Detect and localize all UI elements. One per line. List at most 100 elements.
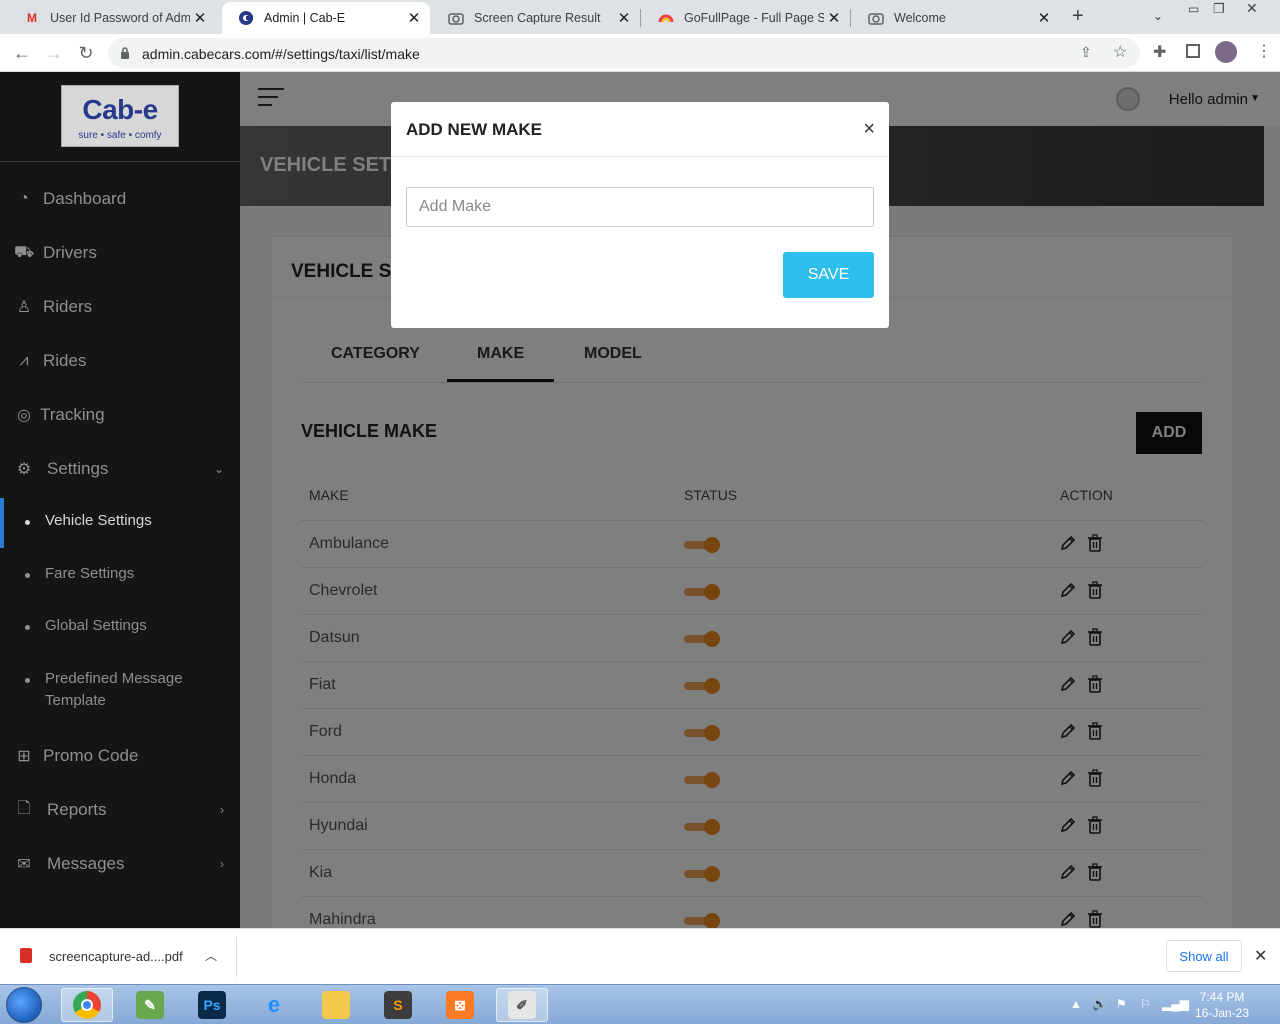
internet-explorer-icon: e [267, 992, 281, 1017]
gofullpage-icon [658, 10, 674, 26]
taskbar-explorer[interactable] [310, 988, 362, 1022]
taskbar-sublime[interactable]: S [372, 988, 424, 1022]
gear-icon: ⚙ [16, 461, 32, 478]
tab-separator [640, 9, 641, 27]
chevron-right-icon: › [220, 857, 224, 871]
flag-icon[interactable]: ⚑ [1116, 997, 1127, 1011]
taskbar-photoshop[interactable]: Ps [186, 988, 238, 1022]
back-icon[interactable]: ← [10, 41, 34, 65]
profile-avatar[interactable] [1215, 41, 1237, 63]
show-all-button[interactable]: Show all [1166, 940, 1242, 972]
camera-icon [448, 10, 464, 26]
bullet-icon [25, 520, 30, 525]
target-icon: ◎ [17, 407, 31, 424]
paint-icon: ✐ [508, 991, 536, 1019]
menu-icon[interactable]: ⋮ [1256, 41, 1272, 61]
tab-search-icon[interactable]: ⌄ [1153, 9, 1163, 23]
url-text: admin.cabecars.com/#/settings/taxi/list/… [142, 46, 420, 62]
browser-tab-gmail[interactable]: M User Id Password of Admin ✕ [8, 2, 216, 34]
lock-icon [120, 46, 130, 59]
folder-icon [322, 991, 350, 1019]
chrome-icon [73, 991, 101, 1019]
sidebar-item-tracking[interactable]: ◎ Tracking [0, 395, 240, 435]
show-hidden-icons-icon[interactable]: ▲ [1070, 997, 1082, 1011]
forward-icon[interactable]: → [42, 41, 66, 65]
sublime-text-icon: S [384, 991, 412, 1019]
sidebar-divider [0, 161, 240, 162]
sidebar-item-label: Settings [47, 459, 109, 478]
gift-icon: ⊞ [17, 748, 31, 765]
tab-title: Screen Capture Result [474, 11, 601, 25]
download-filename: screencapture-ad....pdf [49, 949, 183, 964]
close-icon[interactable]: ✕ [614, 9, 634, 27]
file-icon: 🗋 [17, 799, 31, 817]
make-name-input[interactable] [406, 187, 874, 227]
reload-icon[interactable]: ↻ [74, 41, 98, 65]
close-icon[interactable]: ✕ [404, 9, 424, 27]
tab-separator [850, 9, 851, 27]
add-make-modal: ADD NEW MAKE × SAVE [391, 102, 889, 328]
download-bar: screencapture-ad....pdf ︿ Show all ✕ [0, 928, 1280, 984]
action-center-icon[interactable]: ⚐ [1140, 997, 1151, 1011]
close-icon[interactable]: ✕ [190, 9, 210, 27]
minimize-icon[interactable]: ▭ [1188, 2, 1199, 16]
browser-tab-screen-capture[interactable]: Screen Capture Result ✕ [432, 2, 640, 34]
bookmark-star-icon[interactable]: ☆ [1113, 42, 1127, 62]
window-close-icon[interactable]: ✕ [1246, 0, 1258, 17]
taskbar-paint[interactable]: ✐ [496, 988, 548, 1022]
close-icon[interactable]: ✕ [824, 9, 844, 27]
car-icon: ⛟ [14, 244, 35, 261]
sidebar-subitem-label: Predefined Message Template [45, 670, 183, 709]
modal-divider [391, 156, 889, 157]
pdf-file-icon [20, 948, 32, 963]
sidebar-item-dashboard[interactable]: ◔ Dashboard [0, 179, 240, 219]
photoshop-icon: Ps [198, 991, 226, 1019]
start-button[interactable] [6, 987, 42, 1023]
sidebar-subitem-label: Vehicle Settings [45, 512, 152, 529]
windows-taskbar: ✎ Ps e S ⊠ ✐ ▲ 🔊 ⚑ ⚐ ▂▄▆ 7:44 PM 16-Jan-… [0, 984, 1280, 1024]
chevron-up-icon[interactable]: ︿ [205, 947, 217, 964]
address-bar[interactable]: admin.cabecars.com/#/settings/taxi/list/… [108, 38, 1140, 68]
restore-icon[interactable]: ❐ [1213, 1, 1225, 17]
browser-tab-strip: M User Id Password of Admin ✕ Admin | Ca… [0, 0, 1280, 34]
taskbar-ie[interactable]: e [248, 988, 300, 1022]
volume-icon[interactable]: 🔊 [1092, 997, 1107, 1011]
sidebar-item-riders[interactable]: ♙ Riders [0, 287, 240, 327]
sidebar-item-rides[interactable]: ⩘ Rides [0, 341, 240, 381]
side-panel-icon[interactable] [1186, 44, 1200, 58]
taskbar-xampp[interactable]: ⊠ [434, 988, 486, 1022]
new-tab-icon[interactable]: + [1072, 5, 1084, 28]
extensions-icon[interactable]: ✚ [1153, 42, 1166, 62]
road-icon: ⩘ [19, 352, 29, 369]
cabe-logo[interactable]: Cab-e sure • safe • comfy [61, 85, 179, 147]
network-icon[interactable]: ▂▄▆ [1162, 997, 1189, 1011]
sidebar-item-settings[interactable]: ⚙ Settings ⌄ [0, 449, 240, 489]
sidebar-item-drivers[interactable]: ⛟ Drivers [0, 233, 240, 273]
tab-title: GoFullPage - Full Page Scre [684, 11, 824, 25]
save-button[interactable]: SAVE [783, 252, 874, 298]
chevron-right-icon: › [220, 803, 224, 817]
chevron-down-icon: ⌄ [213, 462, 224, 476]
taskbar-chrome[interactable] [61, 988, 113, 1022]
sidebar-item-label: Reports [47, 800, 107, 819]
sidebar-item-reports[interactable]: 🗋 Reports › [0, 790, 240, 830]
envelope-icon: ✉ [17, 856, 31, 873]
browser-tab-gofullpage[interactable]: GoFullPage - Full Page Scre ✕ [642, 2, 850, 34]
close-icon[interactable]: ✕ [1254, 946, 1267, 966]
sidebar-item-promo-code[interactable]: ⊞ Promo Code [0, 736, 240, 776]
browser-tab-admin[interactable]: Admin | Cab-E ✕ [222, 2, 430, 34]
sidebar-item-label: Promo Code [43, 746, 139, 765]
sidebar-item-label: Tracking [40, 405, 105, 424]
sidebar-item-label: Messages [47, 854, 125, 873]
browser-tab-welcome[interactable]: Welcome ✕ [852, 2, 1060, 34]
bullet-icon [25, 573, 30, 578]
close-icon[interactable]: × [863, 118, 875, 141]
sidebar-item-label: Drivers [43, 243, 97, 262]
tab-title: Admin | Cab-E [264, 11, 346, 25]
share-icon[interactable]: ⇪ [1080, 44, 1092, 61]
taskbar-app-green[interactable]: ✎ [124, 988, 176, 1022]
tab-title: User Id Password of Admin [50, 11, 190, 25]
sidebar-item-messages[interactable]: ✉ Messages › [0, 844, 240, 884]
close-icon[interactable]: ✕ [1034, 9, 1054, 27]
system-clock[interactable]: 7:44 PM 16-Jan-23 [1190, 989, 1254, 1021]
